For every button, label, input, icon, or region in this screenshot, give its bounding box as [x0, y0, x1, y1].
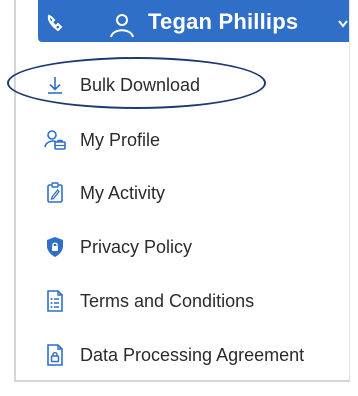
user-menu: Bulk Download My Profile My Activity Pri… [0, 0, 358, 396]
menu-item-my-activity[interactable]: My Activity [44, 178, 165, 208]
menu-item-privacy-policy[interactable]: Privacy Policy [44, 232, 192, 262]
menu-item-label: My Activity [80, 183, 166, 203]
profile-icon [44, 129, 66, 151]
shield-lock-icon [44, 236, 66, 258]
activity-clipboard-icon [44, 182, 66, 204]
menu-item-label: Data Processing Agreement [80, 345, 305, 365]
menu-item-bulk-download[interactable]: Bulk Download [44, 70, 200, 100]
menu-item-label: Terms and Conditions [80, 291, 255, 311]
menu-item-data-processing-agreement[interactable]: Data Processing Agreement [44, 340, 304, 370]
menu-item-terms-and-conditions[interactable]: Terms and Conditions [44, 286, 254, 316]
document-lock-icon [44, 344, 66, 366]
document-list-icon [44, 290, 66, 312]
menu-item-my-profile[interactable]: My Profile [44, 125, 160, 155]
menu-item-label: Bulk Download [80, 75, 201, 95]
menu-item-label: My Profile [80, 130, 161, 150]
menu-item-label: Privacy Policy [80, 237, 193, 257]
download-icon [44, 74, 66, 96]
menu-panel: Tegan Phillips Bulk Download My Profile … [0, 0, 358, 396]
